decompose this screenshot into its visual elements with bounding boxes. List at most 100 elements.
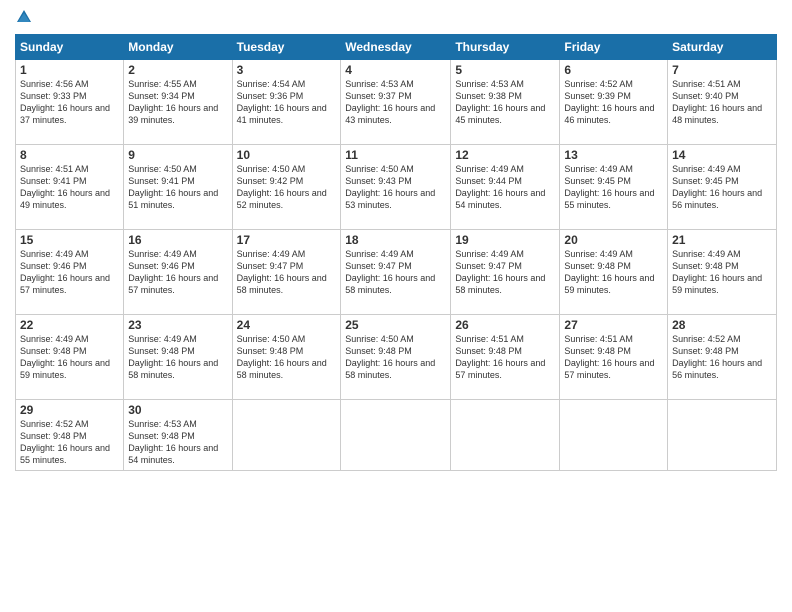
- day-number: 19: [455, 233, 555, 247]
- day-number: 4: [345, 63, 446, 77]
- day-number: 20: [564, 233, 663, 247]
- calendar-cell: 19Sunrise: 4:49 AMSunset: 9:47 PMDayligh…: [451, 230, 560, 315]
- day-info: Sunrise: 4:53 AMSunset: 9:38 PMDaylight:…: [455, 78, 555, 127]
- day-number: 8: [20, 148, 119, 162]
- page: SundayMondayTuesdayWednesdayThursdayFrid…: [0, 0, 792, 612]
- calendar-cell: 7Sunrise: 4:51 AMSunset: 9:40 PMDaylight…: [668, 60, 777, 145]
- day-number: 9: [128, 148, 227, 162]
- day-info: Sunrise: 4:49 AMSunset: 9:46 PMDaylight:…: [128, 248, 227, 297]
- day-info: Sunrise: 4:49 AMSunset: 9:47 PMDaylight:…: [237, 248, 337, 297]
- calendar-cell: 29Sunrise: 4:52 AMSunset: 9:48 PMDayligh…: [16, 400, 124, 471]
- day-number: 23: [128, 318, 227, 332]
- calendar-cell: [668, 400, 777, 471]
- day-number: 27: [564, 318, 663, 332]
- calendar-cell: 9Sunrise: 4:50 AMSunset: 9:41 PMDaylight…: [124, 145, 232, 230]
- day-number: 26: [455, 318, 555, 332]
- calendar-cell: 5Sunrise: 4:53 AMSunset: 9:38 PMDaylight…: [451, 60, 560, 145]
- day-number: 1: [20, 63, 119, 77]
- calendar-cell: 22Sunrise: 4:49 AMSunset: 9:48 PMDayligh…: [16, 315, 124, 400]
- calendar-cell: 10Sunrise: 4:50 AMSunset: 9:42 PMDayligh…: [232, 145, 341, 230]
- calendar-cell: 13Sunrise: 4:49 AMSunset: 9:45 PMDayligh…: [560, 145, 668, 230]
- day-number: 12: [455, 148, 555, 162]
- day-number: 22: [20, 318, 119, 332]
- calendar-cell: 26Sunrise: 4:51 AMSunset: 9:48 PMDayligh…: [451, 315, 560, 400]
- day-info: Sunrise: 4:50 AMSunset: 9:41 PMDaylight:…: [128, 163, 227, 212]
- calendar-week-row: 22Sunrise: 4:49 AMSunset: 9:48 PMDayligh…: [16, 315, 777, 400]
- calendar-cell: 23Sunrise: 4:49 AMSunset: 9:48 PMDayligh…: [124, 315, 232, 400]
- calendar-cell: 25Sunrise: 4:50 AMSunset: 9:48 PMDayligh…: [341, 315, 451, 400]
- calendar-cell: 4Sunrise: 4:53 AMSunset: 9:37 PMDaylight…: [341, 60, 451, 145]
- calendar-cell: 27Sunrise: 4:51 AMSunset: 9:48 PMDayligh…: [560, 315, 668, 400]
- day-info: Sunrise: 4:50 AMSunset: 9:48 PMDaylight:…: [237, 333, 337, 382]
- calendar-cell: [560, 400, 668, 471]
- calendar-cell: 11Sunrise: 4:50 AMSunset: 9:43 PMDayligh…: [341, 145, 451, 230]
- day-number: 21: [672, 233, 772, 247]
- calendar-cell: 14Sunrise: 4:49 AMSunset: 9:45 PMDayligh…: [668, 145, 777, 230]
- day-number: 17: [237, 233, 337, 247]
- weekday-header: Tuesday: [232, 35, 341, 60]
- day-info: Sunrise: 4:49 AMSunset: 9:45 PMDaylight:…: [564, 163, 663, 212]
- day-info: Sunrise: 4:49 AMSunset: 9:47 PMDaylight:…: [345, 248, 446, 297]
- day-number: 7: [672, 63, 772, 77]
- calendar-cell: 28Sunrise: 4:52 AMSunset: 9:48 PMDayligh…: [668, 315, 777, 400]
- day-number: 13: [564, 148, 663, 162]
- calendar-week-row: 1Sunrise: 4:56 AMSunset: 9:33 PMDaylight…: [16, 60, 777, 145]
- day-info: Sunrise: 4:49 AMSunset: 9:46 PMDaylight:…: [20, 248, 119, 297]
- logo-icon: [15, 8, 33, 26]
- day-number: 5: [455, 63, 555, 77]
- calendar-cell: 24Sunrise: 4:50 AMSunset: 9:48 PMDayligh…: [232, 315, 341, 400]
- day-number: 30: [128, 403, 227, 417]
- day-info: Sunrise: 4:52 AMSunset: 9:48 PMDaylight:…: [672, 333, 772, 382]
- day-info: Sunrise: 4:49 AMSunset: 9:45 PMDaylight:…: [672, 163, 772, 212]
- calendar-cell: 20Sunrise: 4:49 AMSunset: 9:48 PMDayligh…: [560, 230, 668, 315]
- day-number: 10: [237, 148, 337, 162]
- day-info: Sunrise: 4:49 AMSunset: 9:48 PMDaylight:…: [20, 333, 119, 382]
- calendar-cell: [341, 400, 451, 471]
- calendar-cell: 3Sunrise: 4:54 AMSunset: 9:36 PMDaylight…: [232, 60, 341, 145]
- day-number: 29: [20, 403, 119, 417]
- day-info: Sunrise: 4:51 AMSunset: 9:48 PMDaylight:…: [455, 333, 555, 382]
- calendar-cell: [451, 400, 560, 471]
- day-info: Sunrise: 4:50 AMSunset: 9:48 PMDaylight:…: [345, 333, 446, 382]
- weekday-header: Friday: [560, 35, 668, 60]
- calendar-cell: 16Sunrise: 4:49 AMSunset: 9:46 PMDayligh…: [124, 230, 232, 315]
- day-info: Sunrise: 4:49 AMSunset: 9:48 PMDaylight:…: [564, 248, 663, 297]
- day-info: Sunrise: 4:51 AMSunset: 9:40 PMDaylight:…: [672, 78, 772, 127]
- day-info: Sunrise: 4:52 AMSunset: 9:48 PMDaylight:…: [20, 418, 119, 467]
- calendar-week-row: 29Sunrise: 4:52 AMSunset: 9:48 PMDayligh…: [16, 400, 777, 471]
- day-number: 15: [20, 233, 119, 247]
- calendar-cell: 8Sunrise: 4:51 AMSunset: 9:41 PMDaylight…: [16, 145, 124, 230]
- calendar-cell: 12Sunrise: 4:49 AMSunset: 9:44 PMDayligh…: [451, 145, 560, 230]
- weekday-header: Monday: [124, 35, 232, 60]
- calendar-cell: 18Sunrise: 4:49 AMSunset: 9:47 PMDayligh…: [341, 230, 451, 315]
- day-number: 2: [128, 63, 227, 77]
- day-number: 11: [345, 148, 446, 162]
- day-info: Sunrise: 4:56 AMSunset: 9:33 PMDaylight:…: [20, 78, 119, 127]
- day-info: Sunrise: 4:54 AMSunset: 9:36 PMDaylight:…: [237, 78, 337, 127]
- calendar-cell: 2Sunrise: 4:55 AMSunset: 9:34 PMDaylight…: [124, 60, 232, 145]
- day-info: Sunrise: 4:50 AMSunset: 9:42 PMDaylight:…: [237, 163, 337, 212]
- day-info: Sunrise: 4:49 AMSunset: 9:48 PMDaylight:…: [672, 248, 772, 297]
- calendar: SundayMondayTuesdayWednesdayThursdayFrid…: [15, 34, 777, 471]
- day-number: 6: [564, 63, 663, 77]
- day-number: 25: [345, 318, 446, 332]
- day-info: Sunrise: 4:49 AMSunset: 9:47 PMDaylight:…: [455, 248, 555, 297]
- header: [15, 10, 777, 26]
- day-number: 18: [345, 233, 446, 247]
- day-info: Sunrise: 4:49 AMSunset: 9:48 PMDaylight:…: [128, 333, 227, 382]
- calendar-week-row: 15Sunrise: 4:49 AMSunset: 9:46 PMDayligh…: [16, 230, 777, 315]
- calendar-cell: 6Sunrise: 4:52 AMSunset: 9:39 PMDaylight…: [560, 60, 668, 145]
- day-number: 16: [128, 233, 227, 247]
- weekday-header: Sunday: [16, 35, 124, 60]
- day-info: Sunrise: 4:53 AMSunset: 9:48 PMDaylight:…: [128, 418, 227, 467]
- day-info: Sunrise: 4:52 AMSunset: 9:39 PMDaylight:…: [564, 78, 663, 127]
- day-number: 28: [672, 318, 772, 332]
- logo: [15, 10, 36, 26]
- weekday-header: Thursday: [451, 35, 560, 60]
- day-info: Sunrise: 4:55 AMSunset: 9:34 PMDaylight:…: [128, 78, 227, 127]
- day-info: Sunrise: 4:50 AMSunset: 9:43 PMDaylight:…: [345, 163, 446, 212]
- weekday-header: Saturday: [668, 35, 777, 60]
- weekday-header-row: SundayMondayTuesdayWednesdayThursdayFrid…: [16, 35, 777, 60]
- day-info: Sunrise: 4:49 AMSunset: 9:44 PMDaylight:…: [455, 163, 555, 212]
- day-number: 3: [237, 63, 337, 77]
